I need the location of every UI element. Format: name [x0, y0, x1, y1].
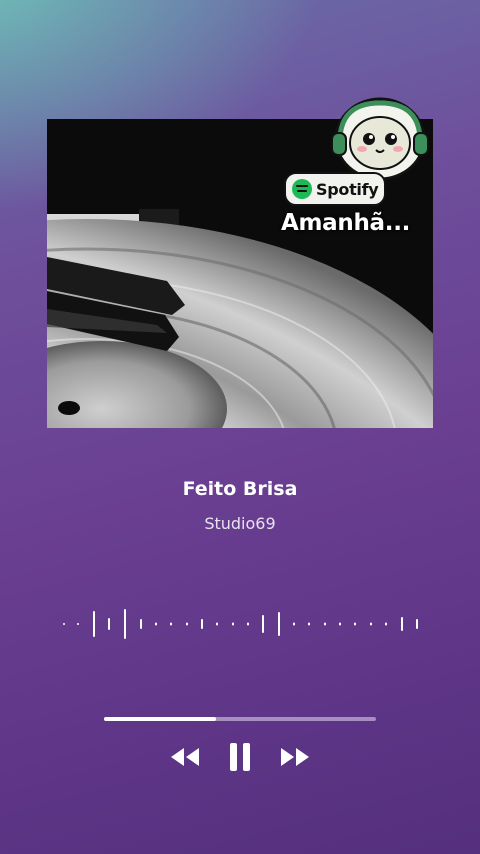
waveform-bar — [401, 617, 403, 631]
spotify-badge: Spotify — [284, 172, 386, 206]
waveform-bar — [186, 622, 188, 626]
progress-fill — [104, 717, 216, 721]
waveform-bar — [63, 623, 65, 625]
waveform-bar — [108, 618, 110, 630]
progress-bar[interactable] — [104, 717, 376, 721]
artwork-caption: Amanhã... — [281, 210, 411, 236]
track-title: Feito Brisa — [182, 478, 298, 500]
waveform-bar — [124, 609, 126, 639]
playback-controls — [0, 740, 480, 774]
waveform-bar — [308, 622, 310, 626]
waveform-bar — [339, 622, 341, 626]
waveform-bar — [278, 612, 280, 636]
waveform-bar — [155, 622, 157, 626]
waveform-bar — [216, 622, 218, 626]
waveform-bar — [201, 619, 203, 629]
pause-button[interactable] — [224, 740, 256, 774]
waveform-bar — [262, 615, 264, 633]
waveform-bar — [324, 622, 326, 626]
waveform-bar — [354, 622, 356, 626]
spotify-logo-icon — [292, 179, 312, 199]
waveform-bar — [385, 622, 387, 626]
waveform-bar — [170, 622, 172, 626]
waveform-bar — [77, 623, 79, 625]
audio-waveform — [63, 609, 418, 639]
rewind-button[interactable] — [166, 740, 204, 774]
waveform-bar — [370, 622, 372, 626]
waveform-bar — [140, 619, 142, 629]
waveform-bar — [232, 622, 234, 626]
spotify-badge-text: Spotify — [316, 179, 379, 199]
waveform-bar — [247, 622, 249, 626]
fast-forward-icon — [281, 748, 309, 766]
fast-forward-button[interactable] — [276, 740, 314, 774]
waveform-bar — [293, 622, 295, 626]
track-artist: Studio69 — [204, 514, 276, 533]
pause-icon — [230, 743, 250, 771]
waveform-bar — [93, 611, 95, 637]
rewind-icon — [171, 748, 199, 766]
waveform-bar — [416, 619, 418, 629]
